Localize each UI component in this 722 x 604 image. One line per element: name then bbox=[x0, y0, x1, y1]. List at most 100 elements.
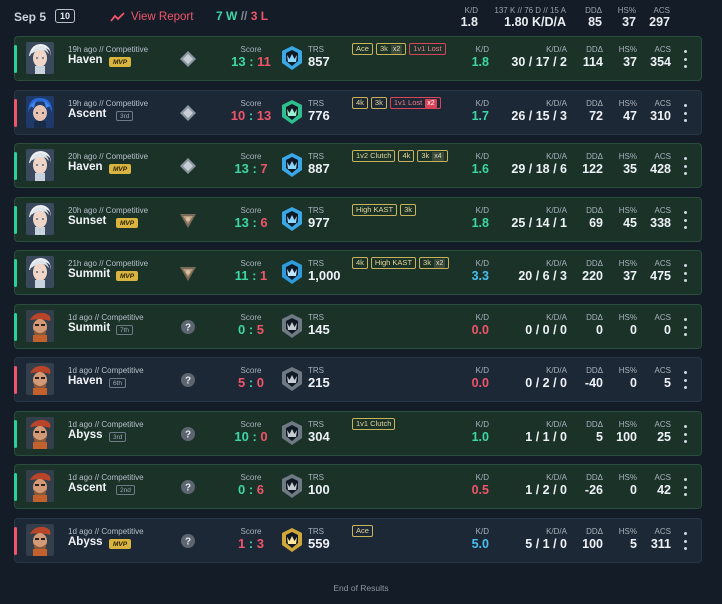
score-them: 0 bbox=[260, 429, 268, 444]
rank-icon: ? bbox=[179, 532, 197, 550]
match-row[interactable]: 1d ago // Competitive Summit 7th? Score 0 : … bbox=[14, 304, 702, 349]
match-row[interactable]: 20h ago // Competitive Sunset MVP Score 13 :… bbox=[14, 197, 702, 242]
score-value: 13 : 7 bbox=[221, 161, 281, 177]
match-row[interactable]: 19h ago // Competitive Ascent 3rd Score 10 :… bbox=[14, 90, 702, 135]
more-options-icon[interactable] bbox=[681, 50, 689, 68]
score-them: 11 bbox=[257, 54, 271, 69]
kd: K/D 0.5 bbox=[463, 473, 489, 498]
more-options-icon[interactable] bbox=[681, 318, 689, 336]
trs-value: 776 bbox=[308, 108, 330, 123]
score-label: Score bbox=[240, 206, 262, 215]
svg-text:?: ? bbox=[185, 537, 191, 548]
kda-value: 20 / 6 / 3 bbox=[518, 269, 567, 283]
dd-label: DDΔ bbox=[586, 313, 603, 322]
dd-label: DDΔ bbox=[586, 152, 603, 161]
score-sep: : bbox=[248, 322, 254, 337]
placement-badge: MVP bbox=[109, 164, 132, 174]
match-row[interactable]: 19h ago // Competitive Haven MVP Score 13 : … bbox=[14, 36, 702, 81]
tag-label: 3k bbox=[374, 98, 383, 107]
acs: ACS 428 bbox=[641, 152, 671, 177]
match-row[interactable]: 1d ago // Competitive Abyss 3rd? Score 10 : … bbox=[14, 411, 702, 456]
kda: K/D/A 5 / 1 / 0 bbox=[495, 527, 567, 552]
kd: K/D 5.0 bbox=[463, 527, 489, 552]
performance-tag: 1v1 Lost bbox=[409, 43, 446, 55]
more-options-icon[interactable] bbox=[681, 371, 689, 389]
performance-tag: Ace bbox=[352, 43, 373, 55]
view-report-label: View Report bbox=[131, 11, 194, 23]
hs: HS% 5 bbox=[609, 527, 637, 552]
acs-value: 428 bbox=[650, 162, 671, 176]
day-kda: 137 K // 76 D // 15 A 1.80 K/D/A bbox=[480, 6, 566, 30]
match-row[interactable]: 1d ago // Competitive Haven 6th? Score 5 : 0… bbox=[14, 357, 702, 402]
score: Score 1 : 3 bbox=[221, 527, 281, 552]
trs: TRS 145 bbox=[308, 313, 330, 338]
hs-label: HS% bbox=[618, 152, 637, 161]
dd: DDΔ -40 bbox=[575, 366, 603, 391]
kd-value: 0.0 bbox=[471, 376, 489, 390]
hs: HS% 35 bbox=[609, 152, 637, 177]
dd: DDΔ 5 bbox=[575, 420, 603, 445]
trs: TRS 304 bbox=[308, 420, 330, 445]
score-label: Score bbox=[240, 152, 262, 161]
match-row[interactable]: 1d ago // Competitive Abyss MVP? Score 1 : 3… bbox=[14, 518, 702, 563]
more-options-icon[interactable] bbox=[681, 211, 689, 229]
more-options-icon[interactable] bbox=[681, 425, 689, 443]
map-name: Haven bbox=[68, 161, 103, 173]
kda-label: K/D/A bbox=[546, 45, 567, 54]
acs-label: ACS bbox=[654, 99, 671, 108]
more-options-icon[interactable] bbox=[681, 157, 689, 175]
agent-portrait bbox=[26, 96, 54, 128]
acs-value: 5 bbox=[664, 376, 671, 390]
dd: DDΔ -26 bbox=[575, 473, 603, 498]
match-row[interactable]: 1d ago // Competitive Ascent 2nd? Score 0 : … bbox=[14, 464, 702, 509]
hs-value: 47 bbox=[623, 109, 637, 123]
score-sep: : bbox=[248, 108, 254, 123]
match-row[interactable]: 21h ago // Competitive Summit MVP Score 11 :… bbox=[14, 250, 702, 295]
kda-label: K/D/A bbox=[546, 420, 567, 429]
match-time: 1d ago // Competitive bbox=[68, 527, 144, 536]
more-options-icon[interactable] bbox=[681, 478, 689, 496]
more-options-icon[interactable] bbox=[681, 264, 689, 282]
score-us: 0 bbox=[237, 322, 246, 337]
score: Score 5 : 0 bbox=[221, 366, 281, 391]
performance-tag: Ace bbox=[352, 525, 373, 537]
trs: TRS 559 bbox=[308, 527, 330, 552]
day-kd: K/D 1.8 bbox=[452, 6, 478, 30]
agent-portrait bbox=[26, 470, 54, 502]
performance-tag: 1v1 Lost x2 bbox=[389, 97, 441, 109]
acs-label: ACS bbox=[654, 45, 671, 54]
day-acs-label: ACS bbox=[653, 6, 670, 15]
dd-label: DDΔ bbox=[586, 45, 603, 54]
dd-value: -26 bbox=[584, 483, 603, 497]
view-report-link[interactable]: View Report bbox=[110, 9, 193, 25]
dd-value: 100 bbox=[582, 537, 603, 551]
trs: TRS 1,000 bbox=[308, 259, 341, 284]
score-us: 1 bbox=[237, 536, 246, 551]
dd-value: 69 bbox=[589, 216, 603, 230]
dd-value: 220 bbox=[582, 269, 603, 283]
trs-label: TRS bbox=[308, 313, 324, 322]
more-options-icon[interactable] bbox=[681, 532, 689, 550]
day-hs: HS% 37 bbox=[610, 6, 636, 30]
score: Score 0 : 6 bbox=[221, 473, 281, 498]
kda-label: K/D/A bbox=[546, 527, 567, 536]
day-kd-label: K/D bbox=[464, 6, 478, 15]
match-row[interactable]: 20h ago // Competitive Haven MVP Score 13 : … bbox=[14, 143, 702, 188]
performance-tag: 1v1 Clutch bbox=[352, 418, 396, 430]
kda: K/D/A 0 / 0 / 0 bbox=[495, 313, 567, 338]
score: Score 10 : 13 bbox=[221, 99, 281, 124]
trs-value: 977 bbox=[308, 215, 330, 230]
trs-label: TRS bbox=[308, 259, 324, 268]
kd: K/D 1.8 bbox=[463, 45, 489, 70]
dd: DDΔ 0 bbox=[575, 313, 603, 338]
kd-label: K/D bbox=[475, 366, 489, 375]
wins-count: 7 W bbox=[216, 9, 238, 23]
kda-value: 0 / 2 / 0 bbox=[525, 376, 567, 390]
acs-value: 311 bbox=[650, 537, 671, 551]
hs-label: HS% bbox=[618, 45, 637, 54]
acs: ACS 354 bbox=[641, 45, 671, 70]
placement-badge: 3rd bbox=[109, 432, 127, 442]
more-options-icon[interactable] bbox=[681, 104, 689, 122]
match-time: 1d ago // Competitive bbox=[68, 473, 144, 482]
losses-count: 3 L bbox=[250, 9, 269, 23]
